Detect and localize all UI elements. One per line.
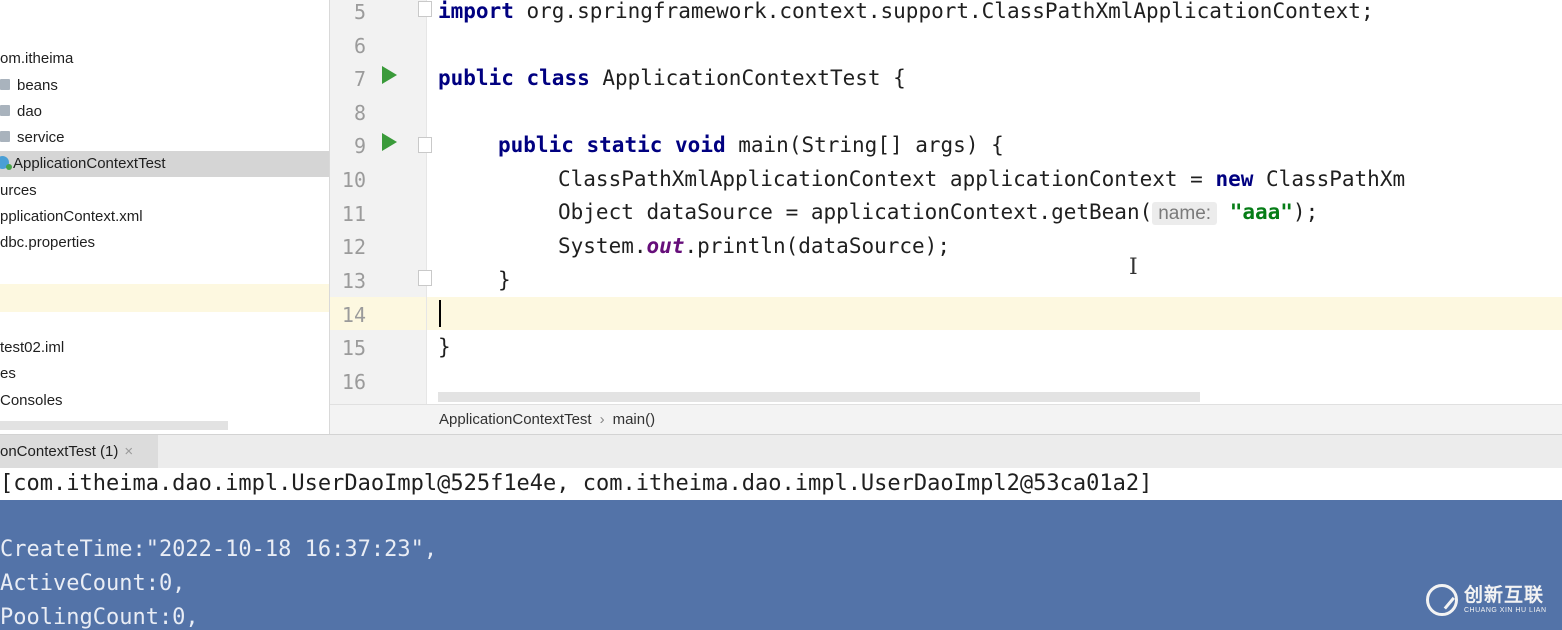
- code-text: Object dataSource = applicationContext.g…: [558, 200, 1153, 224]
- run-tab-applicationcontexttest[interactable]: onContextTest (1) ×: [0, 435, 158, 468]
- tree-item-jdbc-properties[interactable]: dbc.properties: [0, 230, 329, 256]
- code-line-7: public class ApplicationContextTest {: [438, 66, 906, 90]
- keyword: void: [675, 133, 726, 157]
- console-line: [com.itheima.dao.impl.UserDaoImpl@525f1e…: [0, 471, 1153, 496]
- code-text: ApplicationContextTest {: [589, 66, 906, 90]
- line-number: 9: [353, 134, 366, 158]
- code-text: System.: [558, 234, 647, 258]
- folder-icon: [0, 79, 10, 91]
- code-line-5: import org.springframework.context.suppo…: [438, 0, 1374, 23]
- code-text: main(String[] args) {: [725, 133, 1004, 157]
- text-caret: [439, 300, 441, 327]
- line-number: 6: [353, 34, 366, 58]
- run-class-icon[interactable]: [382, 66, 397, 84]
- keyword: public: [498, 133, 574, 157]
- class-icon: [0, 156, 12, 171]
- code-text: .println(dataSource);: [684, 234, 950, 258]
- watermark: 创新互联 CHUANG XIN HU LIAN: [1426, 584, 1547, 616]
- tree-item-resources[interactable]: urces: [0, 178, 329, 204]
- run-console[interactable]: [com.itheima.dao.impl.UserDaoImpl@525f1e…: [0, 468, 1562, 630]
- line-number: 14: [341, 303, 366, 327]
- code-editor[interactable]: 5 6 7 8 9 10 11 12 13 14 15 16 import or…: [330, 0, 1562, 404]
- breadcrumb-method[interactable]: main(): [613, 411, 656, 428]
- parameter-hint: name:: [1152, 202, 1218, 225]
- tree-item-applicationcontexttest[interactable]: ApplicationContextTest: [0, 151, 329, 177]
- current-line-highlight: [330, 297, 1562, 330]
- close-icon[interactable]: ×: [124, 443, 133, 460]
- line-number: 8: [353, 101, 366, 125]
- code-text: );: [1292, 200, 1319, 224]
- gutter-separator: [426, 0, 427, 404]
- watermark-en: CHUANG XIN HU LIAN: [1464, 607, 1547, 614]
- folder-icon: [0, 105, 10, 117]
- watermark-text: 创新互联 CHUANG XIN HU LIAN: [1464, 586, 1547, 614]
- keyword: public: [438, 66, 514, 90]
- tree-horizontal-scrollbar[interactable]: [0, 421, 228, 430]
- console-line: ActiveCount:0,: [0, 571, 186, 596]
- tree-item-beans[interactable]: beans: [0, 73, 329, 99]
- tree-item-iml[interactable]: test02.iml: [0, 335, 329, 361]
- watermark-cn: 创新互联: [1464, 585, 1545, 606]
- tree-item-label: service: [17, 129, 65, 146]
- folder-icon: [0, 131, 10, 143]
- breadcrumb: ApplicationContextTest › main(): [330, 404, 1562, 434]
- project-tree: om.itheima beans dao service Application…: [0, 0, 330, 434]
- tree-item-service[interactable]: service: [0, 125, 329, 151]
- tree-item-label: ApplicationContextTest: [13, 155, 166, 172]
- console-selection: CreateTime:"2022-10-18 16:37:23", Active…: [0, 500, 1562, 630]
- tree-item-label: om.itheima: [0, 50, 74, 67]
- console-line: CreateTime:"2022-10-18 16:37:23",: [0, 537, 438, 562]
- tree-item-dao[interactable]: dao: [0, 99, 329, 125]
- tree-item-label: urces: [0, 182, 37, 199]
- code-line-13: }: [498, 268, 511, 292]
- editor-horizontal-scrollbar[interactable]: [438, 392, 1200, 402]
- run-main-icon[interactable]: [382, 133, 397, 151]
- fold-marker-icon[interactable]: [418, 1, 432, 17]
- line-number: 7: [353, 67, 366, 91]
- code-text: ClassPathXmlApplicationContext applicati…: [558, 167, 1216, 191]
- static-field: out: [646, 234, 685, 258]
- mouse-ibeam-icon: I: [1129, 255, 1138, 280]
- code-line-12: System.out.println(dataSource);: [558, 234, 950, 258]
- chevron-right-icon: ›: [599, 411, 605, 428]
- tree-item-package[interactable]: om.itheima: [0, 46, 329, 72]
- tree-item-label: beans: [17, 77, 58, 94]
- keyword: class: [526, 66, 590, 90]
- fold-marker-icon[interactable]: [418, 137, 432, 153]
- fold-marker-icon[interactable]: [418, 270, 432, 286]
- code-line-15: }: [438, 335, 451, 359]
- tree-item-label: test02.iml: [0, 339, 65, 356]
- code-text: org.springframework.context.support.Clas…: [513, 0, 1374, 23]
- breadcrumb-class[interactable]: ApplicationContextTest: [439, 411, 592, 428]
- run-tab-label: onContextTest (1): [0, 443, 119, 460]
- line-number: 16: [341, 370, 366, 394]
- brand-logo-icon: [1426, 584, 1458, 616]
- tree-item-label: pplicationContext.xml: [0, 208, 143, 225]
- tree-item-label: dao: [17, 103, 43, 120]
- tree-item-applicationcontext-xml[interactable]: pplicationContext.xml: [0, 204, 329, 230]
- tree-item-consoles[interactable]: Consoles: [0, 388, 329, 414]
- line-number: 12: [341, 235, 366, 259]
- tree-highlight-row: [0, 284, 329, 312]
- line-number: 11: [341, 202, 366, 226]
- string-literal: "aaa": [1229, 200, 1293, 224]
- tree-item-libraries[interactable]: es: [0, 361, 329, 387]
- tree-item-label: dbc.properties: [0, 234, 96, 251]
- tree-item-label: Consoles: [0, 392, 63, 409]
- keyword: new: [1215, 167, 1254, 191]
- run-tab-bar: onContextTest (1) ×: [0, 434, 1562, 468]
- code-line-9: public static void main(String[] args) {: [498, 133, 1004, 157]
- line-number: 10: [341, 168, 366, 192]
- keyword: static: [586, 133, 663, 157]
- line-number: 5: [353, 0, 366, 24]
- code-text: ClassPathXm: [1253, 167, 1406, 191]
- line-number: 15: [341, 336, 366, 360]
- code-line-10: ClassPathXmlApplicationContext applicati…: [558, 167, 1405, 191]
- console-line: PoolingCount:0,: [0, 605, 199, 630]
- tree-item-label: es: [0, 365, 16, 382]
- code-line-11: Object dataSource = applicationContext.g…: [558, 200, 1318, 225]
- keyword: import: [438, 0, 514, 23]
- line-number: 13: [341, 269, 366, 293]
